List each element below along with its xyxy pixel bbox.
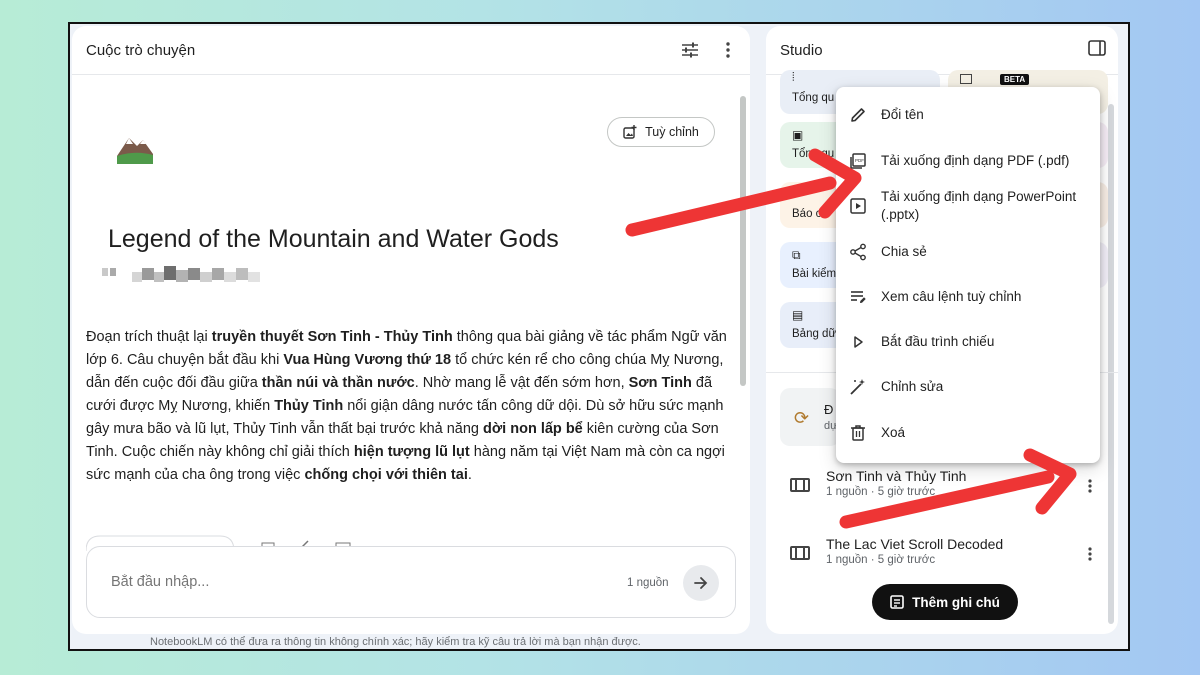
svg-text:PDF: PDF (855, 158, 864, 163)
magic-edit-icon (848, 377, 868, 397)
summary-segment: . Nhờ mang lễ vật đến sớm hơn, (414, 375, 629, 391)
summary-text: Đoạn trích thuật lại truyền thuyết Sơn T… (86, 326, 731, 487)
menu-item-delete[interactable]: Xoá (836, 423, 1100, 443)
slides-icon (960, 74, 972, 84)
arrow-right-icon (694, 577, 708, 589)
summary-bold-segment: Vua Hùng Vương thứ 18 (283, 352, 452, 368)
audio-wave-icon: ⦙ (792, 70, 795, 84)
menu-item-start-slideshow[interactable]: Bắt đầu trình chiếu (836, 332, 1100, 352)
add-note-label: Thêm ghi chú (912, 594, 1000, 610)
summary-bold-segment: Thủy Tinh (274, 398, 344, 414)
more-vert-icon[interactable] (716, 38, 740, 62)
summary-bold-segment: chống chọi với thiên tai (304, 467, 468, 483)
note-scroll-icon (790, 546, 810, 560)
beta-badge: BETA (1000, 74, 1030, 85)
pencil-icon (848, 105, 868, 125)
redacted-meta (102, 264, 262, 286)
pdf-icon: PDF (848, 151, 868, 171)
collapse-panel-icon[interactable] (1088, 40, 1108, 60)
mountain-emoji-icon (115, 130, 155, 166)
note-scroll-icon (790, 478, 810, 492)
tile-label: Bài kiểm (792, 268, 837, 280)
more-vert-icon[interactable] (1080, 476, 1100, 496)
disclaimer-text: NotebookLM có thể đưa ra thông tin không… (150, 636, 641, 648)
source-count: 1 nguồn (627, 577, 669, 589)
tile-label: Tổng qu (792, 148, 835, 160)
generating-card: ⟳ Đ dự (780, 388, 840, 446)
note-item[interactable]: Sơn Tinh và Thủy Tinh 1 nguồn · 5 giờ tr… (780, 468, 1100, 516)
summary-segment: Đoạn trích thuật lại (86, 329, 212, 345)
summary-bold-segment: hiện tượng lũ lụt (353, 444, 470, 460)
studio-title: Studio (780, 42, 823, 59)
generating-label: Đ (824, 402, 834, 417)
tune-icon[interactable] (678, 38, 702, 62)
chat-input[interactable] (109, 573, 533, 591)
menu-item-download-pptx[interactable]: Tải xuống định dạng PowerPoint (.pptx) (836, 187, 1100, 225)
chat-scrollbar[interactable] (740, 96, 746, 386)
tile-label: Bảng dữ (792, 328, 837, 340)
note-title: The Lac Viet Scroll Decoded (826, 536, 1004, 552)
document-title: Legend of the Mountain and Water Gods (108, 225, 559, 253)
quiz-icon: ⧉ (792, 248, 801, 262)
menu-item-edit[interactable]: Chỉnh sửa (836, 377, 1100, 397)
table-icon: ▤ (792, 308, 804, 322)
tile-label: Tổng qu (792, 92, 835, 104)
tile-label: Báo cá (792, 208, 828, 220)
summary-segment: . (467, 467, 472, 483)
summary-bold-segment: thần núi và thần nước (261, 375, 415, 391)
note-title: Sơn Tinh và Thủy Tinh (826, 468, 967, 484)
note-context-menu: Đổi tên PDF Tải xuống định dạng PDF (.pd… (836, 87, 1100, 463)
summary-bold-segment: Sơn Tinh (628, 375, 692, 391)
chat-composer: 1 nguồn (86, 546, 736, 618)
chat-header: Cuộc trò chuyện (72, 26, 750, 75)
menu-item-download-pdf[interactable]: PDF Tải xuống định dạng PDF (.pdf) (836, 151, 1100, 171)
note-add-icon (890, 595, 904, 609)
note-meta: 1 nguồn · 5 giờ trước (826, 486, 936, 498)
menu-item-rename[interactable]: Đổi tên (836, 105, 1100, 125)
customize-label: Tuỳ chỉnh (645, 125, 699, 139)
play-icon (848, 332, 868, 352)
share-icon (848, 242, 868, 262)
summary-bold-segment: dời non lấp bể (483, 421, 583, 437)
menu-item-view-prompt[interactable]: Xem câu lệnh tuỳ chỉnh (836, 287, 1100, 307)
note-meta: 1 nguồn · 5 giờ trước (826, 554, 936, 566)
menu-item-share[interactable]: Chia sẻ (836, 242, 1100, 262)
trash-icon (848, 423, 868, 443)
add-photo-icon (623, 125, 637, 139)
more-vert-icon[interactable] (1080, 544, 1100, 564)
video-icon: ▣ (792, 128, 804, 142)
chat-panel: Cuộc trò chuyện Tuỳ chỉnh Legend of the … (72, 26, 750, 634)
customize-button[interactable]: Tuỳ chỉnh (607, 117, 715, 147)
summary-bold-segment: truyền thuyết Sơn Tinh - Thủy Tinh (211, 329, 453, 345)
sync-icon: ⟳ (794, 408, 810, 428)
note-item[interactable]: The Lac Viet Scroll Decoded 1 nguồn · 5 … (780, 536, 1100, 584)
slides-icon (848, 196, 868, 216)
prompt-icon (848, 287, 868, 307)
chat-title: Cuộc trò chuyện (86, 41, 196, 59)
send-button[interactable] (683, 565, 719, 601)
add-note-button[interactable]: Thêm ghi chú (872, 584, 1018, 620)
studio-scrollbar[interactable] (1108, 104, 1114, 624)
